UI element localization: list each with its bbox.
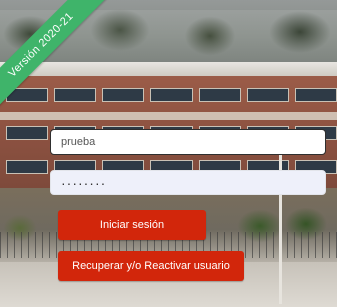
version-ribbon-label: Versión 2020-21 <box>0 0 111 115</box>
password-field[interactable] <box>50 170 326 195</box>
version-ribbon: Versión 2020-21 <box>0 0 120 120</box>
username-input[interactable] <box>51 130 325 154</box>
login-button[interactable]: Iniciar sesión <box>58 210 206 240</box>
login-screen: Versión 2020-21 Iniciar sesión Recuperar… <box>0 0 337 307</box>
username-field[interactable] <box>50 129 326 155</box>
password-input[interactable] <box>51 171 325 194</box>
recover-user-button[interactable]: Recuperar y/o Reactivar usuario <box>58 251 244 281</box>
